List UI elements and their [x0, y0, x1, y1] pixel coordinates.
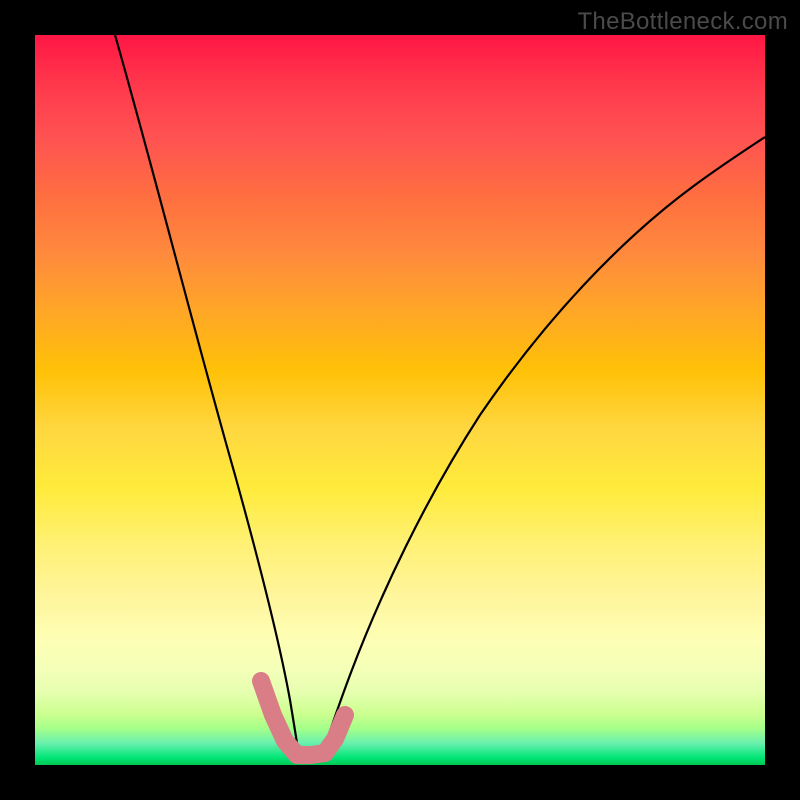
left-curve [115, 35, 300, 761]
pink-highlight-marker [261, 681, 345, 755]
right-curve [320, 137, 765, 761]
chart-svg [35, 35, 765, 765]
chart-container: TheBottleneck.com [0, 0, 800, 800]
plot-area [35, 35, 765, 765]
watermark-text: TheBottleneck.com [577, 8, 788, 36]
